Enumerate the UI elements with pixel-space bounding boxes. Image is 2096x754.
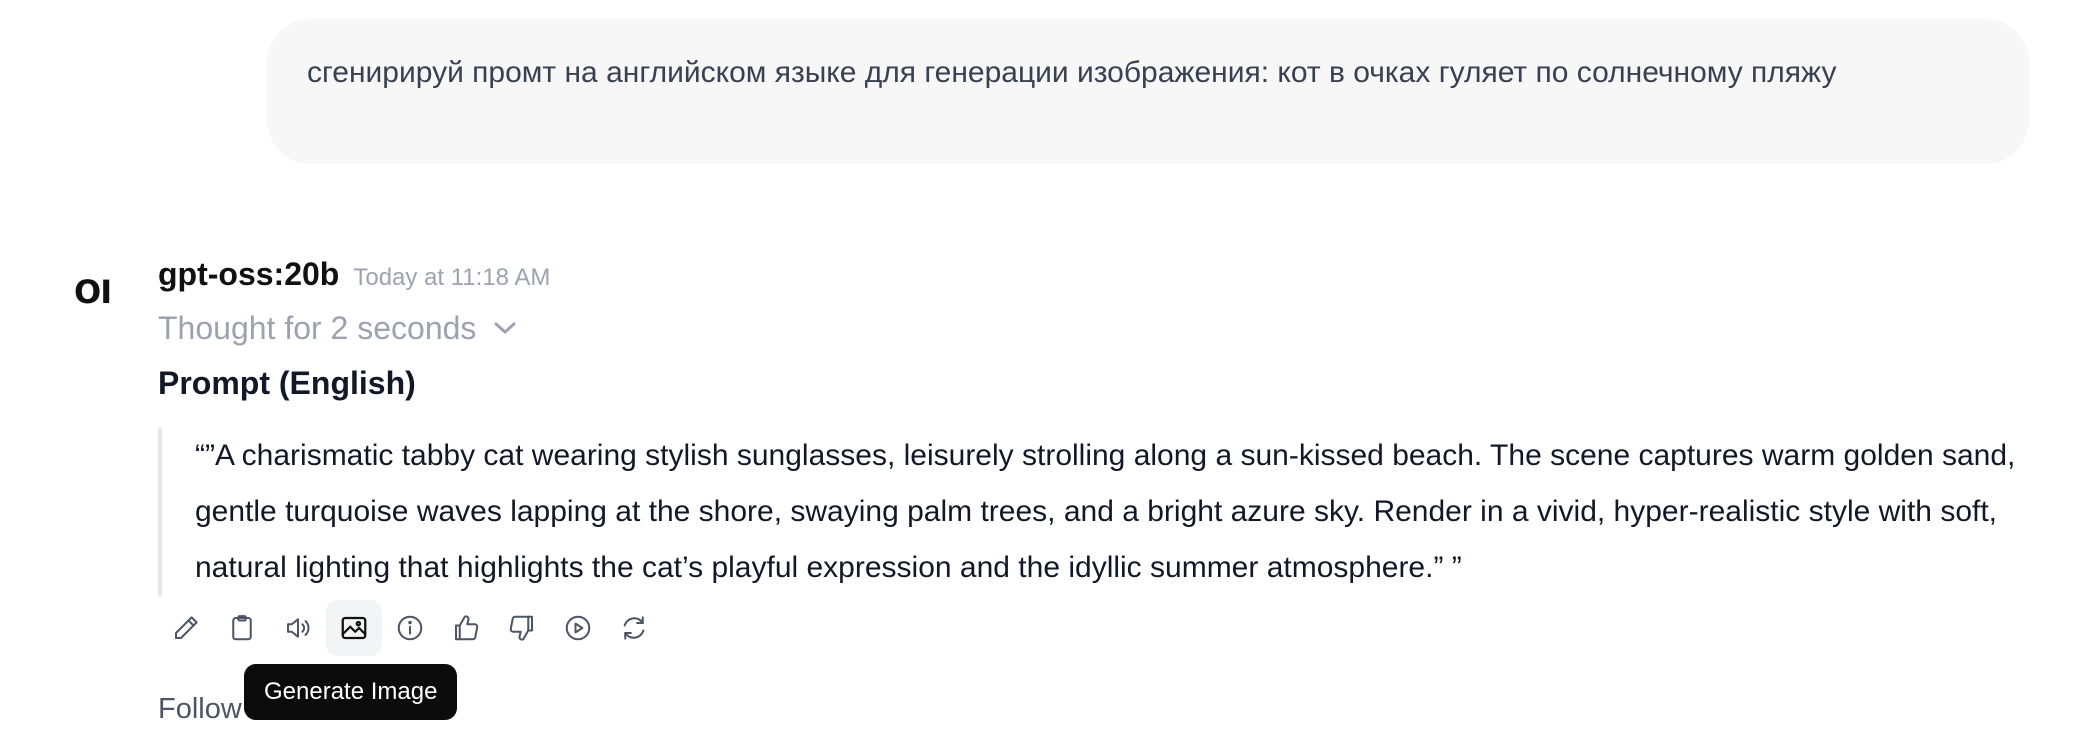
generate-image-button[interactable] [326,600,382,656]
clipboard-icon [232,615,252,641]
prompt-text: “”A charismatic tabby cat wearing stylis… [195,439,2024,584]
model-name: gpt-oss:20b [158,256,340,292]
refresh-icon [623,616,645,640]
thumbs-up-icon [455,615,479,641]
message-header: gpt-oss:20b Today at 11:18 AM [158,256,550,293]
read-aloud-button[interactable] [270,600,326,656]
play-icon [565,615,591,641]
prompt-blockquote: “”A charismatic tabby cat wearing stylis… [158,428,2038,596]
image-icon [341,616,367,640]
thumbs-down-icon [509,615,533,641]
generation-info-button[interactable] [382,600,438,656]
info-icon [397,615,423,641]
pencil-icon [175,616,198,639]
user-message-text: сгенирируй промт на английском языке для… [307,56,1837,89]
user-message-bubble: сгенирируй промт на английском языке для… [267,19,2029,164]
message-actions-toolbar [158,600,662,656]
regenerate-button[interactable] [606,600,662,656]
message-timestamp: Today at 11:18 AM [353,264,551,291]
good-response-button[interactable] [438,600,494,656]
thought-toggle[interactable]: Thought for 2 seconds [158,308,516,348]
copy-button[interactable] [214,600,270,656]
edit-button[interactable] [158,600,214,656]
chat-page: сгенирируй промт на английском языке для… [0,0,2096,754]
follow-up-label: Follow [158,693,242,725]
speaker-icon [287,618,310,638]
model-logo: OI [74,273,112,311]
continue-response-button[interactable] [550,600,606,656]
bad-response-button[interactable] [494,600,550,656]
generate-image-tooltip: Generate Image [244,664,458,720]
chevron-down-icon [494,321,516,335]
response-heading: Prompt (English) [158,365,416,401]
thought-label: Thought for 2 seconds [158,310,477,346]
